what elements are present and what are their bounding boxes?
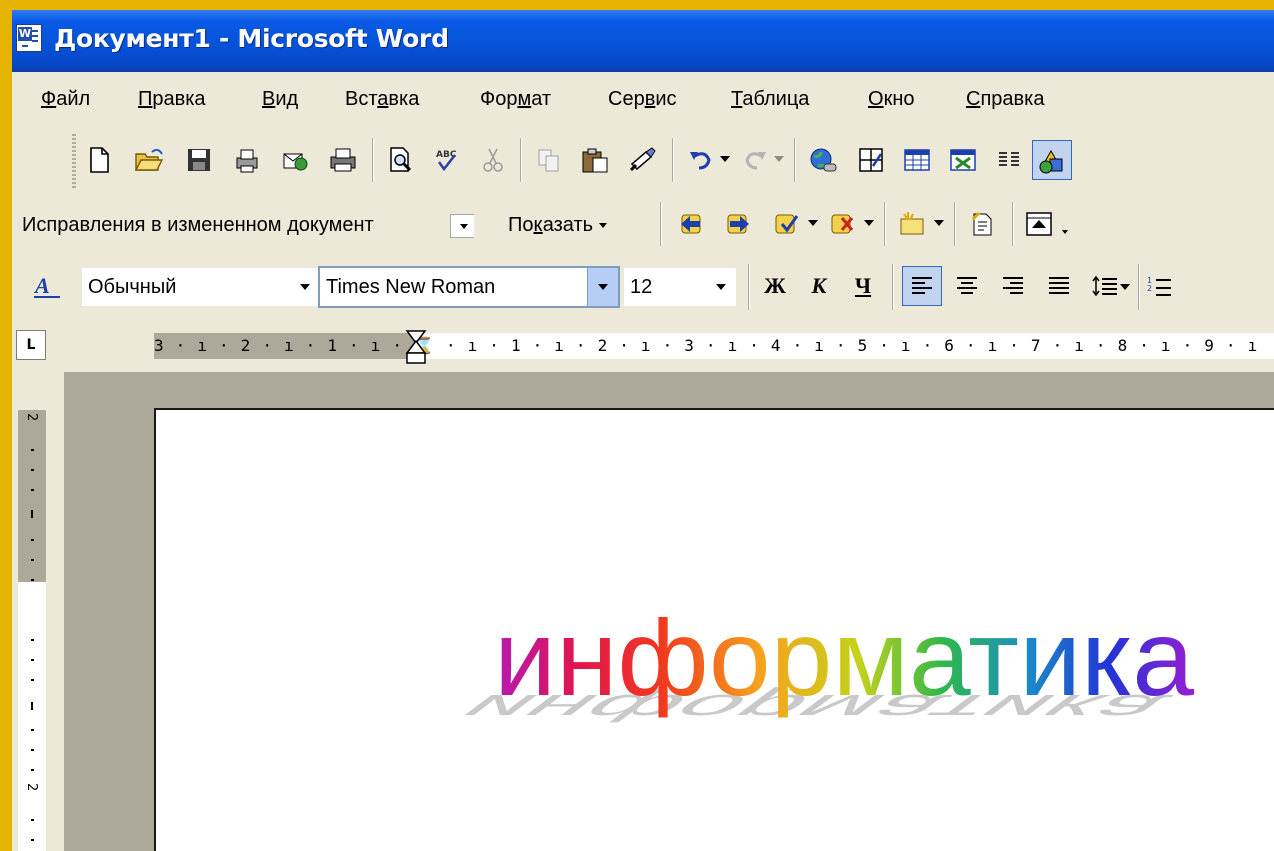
formatting-toolbar: A Обычный Times New Roman 12 Ж К Ч 1 2 (12, 254, 1274, 322)
title-bar[interactable]: W Документ1 - Microsoft Word (12, 10, 1274, 72)
menu-file[interactable]: Файл (41, 86, 90, 112)
new-document-icon[interactable] (82, 143, 116, 177)
copy-icon[interactable] (532, 143, 566, 177)
align-right-icon[interactable] (996, 269, 1030, 303)
menu-view[interactable]: Вид (262, 86, 298, 112)
separator (520, 138, 521, 182)
reject-change-icon[interactable] (826, 207, 860, 241)
svg-text:2: 2 (24, 783, 39, 791)
menu-insert[interactable]: Вставка (345, 86, 419, 112)
undo-icon[interactable] (684, 143, 718, 177)
reviewing-pane-icon[interactable] (1022, 207, 1056, 241)
separator (892, 264, 893, 310)
wordart-object[interactable]: информатика информатика (464, 585, 1224, 745)
menu-edit[interactable]: Правка (138, 86, 206, 112)
drawing-icon[interactable] (1032, 140, 1072, 180)
display-for-review-combo[interactable]: Исправления в измененном документ (22, 206, 474, 244)
ruler-strip[interactable]: 3 · ı · 2 · ı · 1 · ı · ⌛ · ı · 1 · ı · … (154, 330, 1274, 364)
vertical-ruler-ticks: 2 2 (24, 413, 39, 841)
line-spacing-dropdown[interactable] (1120, 284, 1130, 290)
reject-change-dropdown[interactable] (864, 220, 874, 226)
separator (748, 264, 749, 310)
insert-table-icon[interactable] (900, 143, 934, 177)
menu-window[interactable]: Окно (868, 86, 914, 112)
separator (660, 202, 661, 246)
menu-format[interactable]: Формат (480, 86, 551, 112)
word-app-icon[interactable]: W (16, 24, 42, 52)
show-button[interactable]: Показать (508, 206, 607, 244)
font-size-combo[interactable]: 12 (624, 268, 736, 306)
separator (954, 202, 955, 246)
svg-text:2: 2 (24, 413, 39, 421)
insert-hyperlink-icon[interactable] (806, 143, 840, 177)
justify-icon[interactable] (1042, 269, 1076, 303)
print-preview-icon[interactable] (384, 143, 418, 177)
line-spacing-icon[interactable] (1088, 269, 1122, 303)
standard-toolbar: ABC (12, 126, 1274, 196)
insert-excel-icon[interactable] (946, 143, 980, 177)
styles-formatting-icon[interactable]: A (30, 269, 64, 303)
accept-change-dropdown[interactable] (808, 220, 818, 226)
window-title: Документ1 - Microsoft Word (54, 24, 449, 53)
underline-button[interactable]: Ч (846, 269, 880, 303)
horizontal-ruler[interactable]: L 3 · ı · 2 · ı · 1 · ı · ⌛ · ı · 1 · ı … (12, 322, 1274, 372)
toolbar-options-dropdown[interactable] (1062, 230, 1068, 234)
track-changes-icon[interactable] (966, 207, 1000, 241)
menu-table[interactable]: Таблица (731, 86, 809, 112)
redo-icon[interactable] (738, 143, 772, 177)
tables-borders-icon[interactable] (854, 143, 888, 177)
separator (794, 138, 795, 182)
redo-dropdown[interactable] (774, 156, 784, 162)
vertical-ruler-strip[interactable]: 2 2 (18, 410, 46, 851)
format-painter-icon[interactable] (626, 143, 660, 177)
style-combo[interactable]: Обычный (82, 268, 320, 306)
accept-change-icon[interactable] (770, 207, 804, 241)
ruler-numbers: 3 · ı · 2 · ı · 1 · ı · ⌛ · ı · 1 · ı · … (154, 336, 1259, 355)
email-icon[interactable] (278, 143, 312, 177)
separator (672, 138, 673, 182)
reviewing-toolbar: Исправления в измененном документ Показа… (12, 196, 1274, 254)
svg-text:2: 2 (1147, 284, 1152, 293)
align-left-icon[interactable] (902, 266, 942, 306)
font-combo[interactable]: Times New Roman (318, 266, 620, 308)
indent-marker-icon[interactable] (404, 329, 428, 365)
vertical-ruler[interactable]: 2 2 (12, 372, 64, 851)
separator (372, 138, 373, 182)
align-center-icon[interactable] (950, 269, 984, 303)
separator (884, 202, 885, 246)
open-folder-icon[interactable] (132, 143, 166, 177)
permission-print-icon[interactable] (230, 143, 264, 177)
numbering-icon[interactable]: 12 (1142, 269, 1176, 303)
menu-tools[interactable]: Сервис (608, 86, 677, 112)
menu-bar: Файл Правка Вид Вставка Формат Сервис Та… (12, 72, 1274, 126)
separator (1012, 202, 1013, 246)
menu-help[interactable]: Справка (966, 86, 1044, 112)
word-window: W Документ1 - Microsoft Word Файл Правка… (12, 10, 1274, 851)
undo-dropdown[interactable] (720, 156, 730, 162)
paste-icon[interactable] (578, 143, 612, 177)
wordart-text: информатика (494, 597, 1195, 718)
tab-selector-icon[interactable]: L (16, 330, 46, 360)
insert-comment-icon[interactable] (896, 207, 930, 241)
insert-comment-dropdown[interactable] (934, 220, 944, 226)
columns-icon[interactable] (992, 143, 1026, 177)
svg-text:A: A (33, 273, 50, 298)
cut-icon[interactable] (476, 143, 510, 177)
save-icon[interactable] (182, 143, 216, 177)
italic-button[interactable]: К (802, 269, 836, 303)
bold-button[interactable]: Ж (758, 269, 792, 303)
spelling-icon[interactable]: ABC (430, 143, 464, 177)
previous-change-icon[interactable] (674, 207, 708, 241)
separator (1138, 264, 1139, 310)
next-change-icon[interactable] (722, 207, 756, 241)
toolbar-grip[interactable] (72, 134, 76, 188)
print-icon[interactable] (326, 143, 360, 177)
